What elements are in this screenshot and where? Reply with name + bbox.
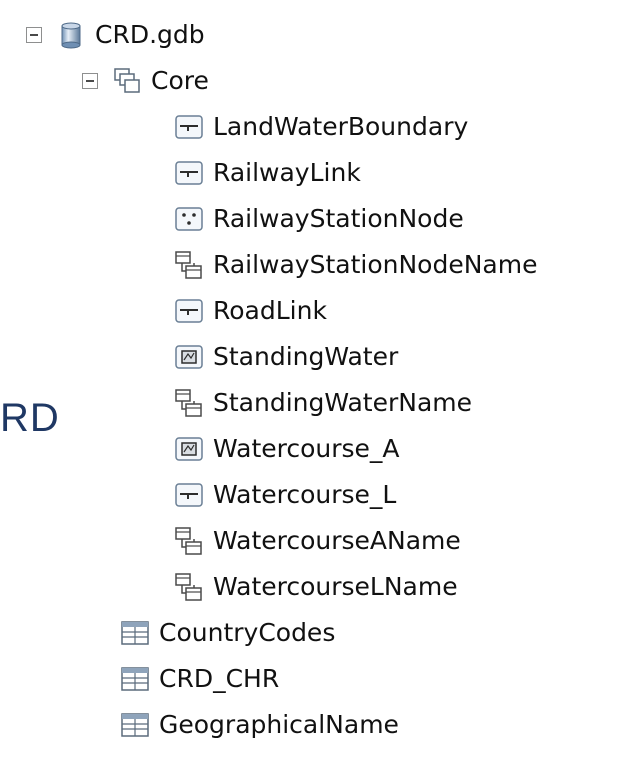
line-feature-class-icon bbox=[175, 115, 203, 139]
tree-node-label: WatercourseAName bbox=[213, 526, 461, 555]
relationship-class-icon bbox=[175, 389, 202, 417]
feature-dataset-icon bbox=[114, 68, 140, 93]
line-feature-class-icon bbox=[175, 299, 203, 323]
tree-node-label: CRD.gdb bbox=[95, 20, 205, 49]
relationship-class-icon bbox=[175, 573, 202, 601]
tree-node-label: RoadLink bbox=[213, 296, 327, 325]
collapse-icon[interactable] bbox=[82, 73, 98, 89]
tree-node-label: CountryCodes bbox=[159, 618, 336, 647]
tree-node-table[interactable]: GeographicalName bbox=[120, 702, 399, 748]
tree-node-feature-class[interactable]: StandingWater bbox=[174, 334, 398, 380]
polygon-feature-class-icon bbox=[175, 437, 203, 461]
tree-node-feature-class[interactable]: RoadLink bbox=[174, 288, 327, 334]
tree-node-feature-class[interactable]: WatercourseLName bbox=[174, 564, 458, 610]
line-feature-class-icon bbox=[175, 161, 203, 185]
table-icon bbox=[121, 713, 149, 737]
tree-node-label: RailwayStationNode bbox=[213, 204, 464, 233]
polygon-feature-class-icon bbox=[175, 345, 203, 369]
tree-node-feature-class[interactable]: RailwayLink bbox=[174, 150, 361, 196]
tree-node-feature-class[interactable]: WatercourseAName bbox=[174, 518, 461, 564]
tree-node-label: Watercourse_A bbox=[213, 434, 400, 463]
tree-node-feature-class[interactable]: Watercourse_L bbox=[174, 472, 396, 518]
geodatabase-icon bbox=[61, 22, 81, 49]
table-icon bbox=[121, 621, 149, 645]
tree-node-label: StandingWater bbox=[213, 342, 399, 371]
collapse-icon[interactable] bbox=[26, 27, 42, 43]
side-text: RD bbox=[0, 396, 60, 440]
relationship-class-icon bbox=[175, 251, 202, 279]
tree-node-label: RailwayLink bbox=[213, 158, 361, 187]
tree-node-label: CRD_CHR bbox=[159, 664, 280, 693]
tree-node-feature-class[interactable]: RailwayStationNode bbox=[174, 196, 464, 242]
point-feature-class-icon bbox=[175, 207, 203, 231]
tree-node-root[interactable]: CRD.gdb bbox=[26, 12, 205, 58]
tree-node-feature-class[interactable]: RailwayStationNodeName bbox=[174, 242, 537, 288]
tree-node-table[interactable]: CRD_CHR bbox=[120, 656, 279, 702]
tree-node-feature-class[interactable]: StandingWaterName bbox=[174, 380, 472, 426]
tree-node-label: StandingWaterName bbox=[213, 388, 473, 417]
tree-node-label: WatercourseLName bbox=[213, 572, 458, 601]
tree-node-label: LandWaterBoundary bbox=[213, 112, 469, 141]
tree-node-label: Watercourse_L bbox=[213, 480, 397, 509]
line-feature-class-icon bbox=[175, 483, 203, 507]
relationship-class-icon bbox=[175, 527, 202, 555]
tree-node-label: GeographicalName bbox=[159, 710, 399, 739]
table-icon bbox=[121, 667, 149, 691]
tree-node-label: Core bbox=[151, 66, 209, 95]
tree-node-label: RailwayStationNodeName bbox=[213, 250, 538, 279]
tree-node-feature-class[interactable]: Watercourse_A bbox=[174, 426, 400, 472]
tree-node-table[interactable]: CountryCodes bbox=[120, 610, 335, 656]
tree-node-core[interactable]: Core bbox=[82, 58, 209, 104]
tree-node-feature-class[interactable]: LandWaterBoundary bbox=[174, 104, 468, 150]
